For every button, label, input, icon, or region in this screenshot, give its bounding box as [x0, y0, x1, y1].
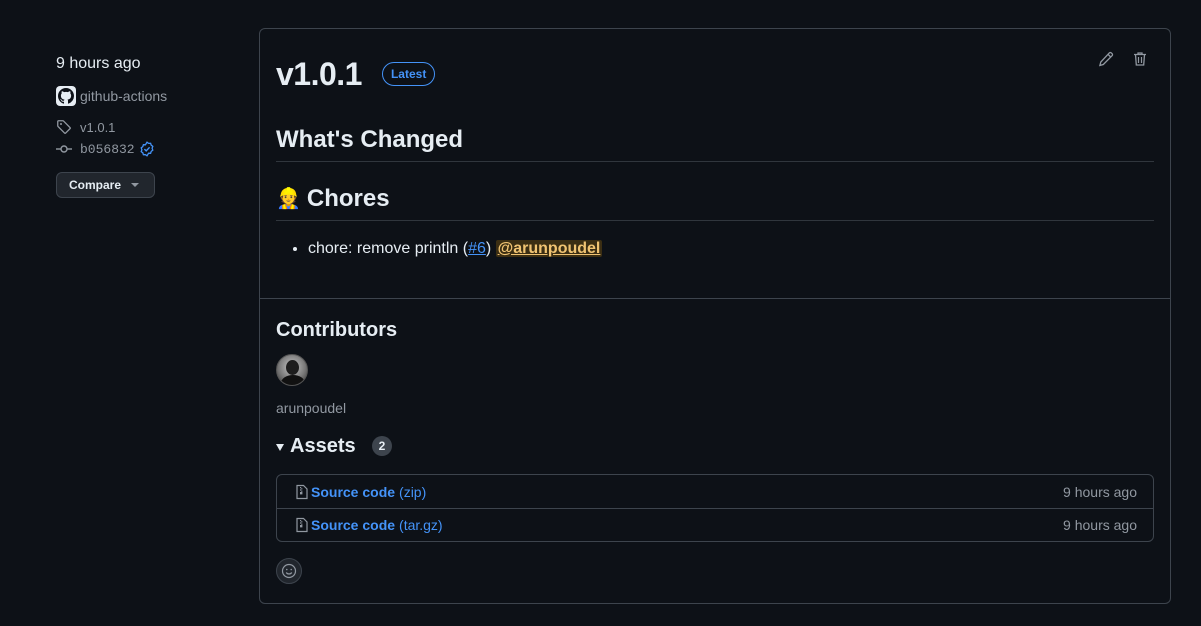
triangle-down-icon[interactable]	[276, 443, 284, 451]
user-mention[interactable]: @arunpoudel	[495, 240, 603, 257]
release-meta: 9 hours ago github-actions v1.0.1 b05683…	[56, 54, 236, 198]
file-zip-icon	[295, 484, 309, 500]
assets-list: Source code (zip) 9 hours ago Source cod…	[276, 474, 1154, 542]
release-actions	[1082, 51, 1150, 69]
tag-name[interactable]: v1.0.1	[80, 120, 115, 135]
release-commit[interactable]: b056832	[56, 140, 236, 158]
release-tag[interactable]: v1.0.1	[56, 118, 236, 136]
asset-row: Source code (zip) 9 hours ago	[277, 475, 1153, 508]
release-time: 9 hours ago	[56, 55, 141, 72]
construction-worker-icon: 👷	[276, 188, 301, 210]
author-name[interactable]: github-actions	[80, 88, 167, 104]
pr-link[interactable]: #6	[468, 240, 486, 257]
chevron-down-icon	[131, 183, 140, 187]
release-title[interactable]: v1.0.1	[276, 56, 362, 93]
assets-toggle[interactable]: Assets 2	[276, 432, 1154, 460]
contributor-name: arunpoudel	[276, 400, 347, 416]
contributors-heading: Contributors	[276, 319, 398, 341]
trash-icon[interactable]	[1132, 51, 1150, 69]
release-footer: Contributors arunpoudel Assets 2 Source …	[260, 319, 1170, 584]
compare-label: Compare	[69, 178, 122, 192]
assets-count-badge: 2	[371, 436, 393, 456]
release-body: v1.0.1 Latest What's Changed 👷 Chores • …	[260, 29, 1170, 299]
latest-badge: Latest	[381, 62, 436, 86]
change-list: chore: remove println (#6) @arunpoudel	[276, 237, 1154, 261]
asset-link-zip[interactable]: Source code	[311, 484, 395, 500]
smiley-icon	[281, 563, 297, 579]
add-reaction-button[interactable]	[276, 558, 302, 584]
change-close: )	[485, 240, 492, 257]
commit-sha[interactable]: b056832	[80, 142, 135, 157]
github-actions-avatar[interactable]	[56, 86, 76, 106]
asset-ext[interactable]: (tar.gz)	[399, 517, 443, 533]
contributor-avatar[interactable]	[276, 354, 308, 386]
edit-pencil-icon[interactable]	[1098, 51, 1116, 69]
github-mark-icon	[58, 88, 74, 104]
whats-changed-heading: What's Changed	[276, 127, 1154, 162]
chores-heading: 👷 Chores	[276, 186, 1154, 221]
asset-link-targz[interactable]: Source code	[311, 517, 395, 533]
list-item: chore: remove println (#6) @arunpoudel	[308, 237, 1154, 261]
asset-time: 9 hours ago	[1063, 483, 1137, 500]
verified-icon[interactable]	[139, 141, 155, 157]
assets-heading[interactable]: Assets	[290, 435, 356, 458]
compare-button[interactable]: Compare	[56, 172, 155, 198]
release-card: v1.0.1 Latest What's Changed 👷 Chores • …	[259, 28, 1171, 604]
asset-time: 9 hours ago	[1063, 517, 1137, 533]
change-text: chore: remove println (	[308, 240, 469, 257]
file-zip-icon	[295, 517, 309, 533]
commit-icon	[56, 141, 72, 157]
asset-row: Source code (tar.gz) 9 hours ago	[277, 508, 1153, 541]
release-author[interactable]: github-actions	[56, 86, 236, 106]
tag-icon	[56, 119, 72, 135]
asset-ext[interactable]: (zip)	[399, 484, 426, 500]
chores-title: Chores	[306, 185, 390, 212]
